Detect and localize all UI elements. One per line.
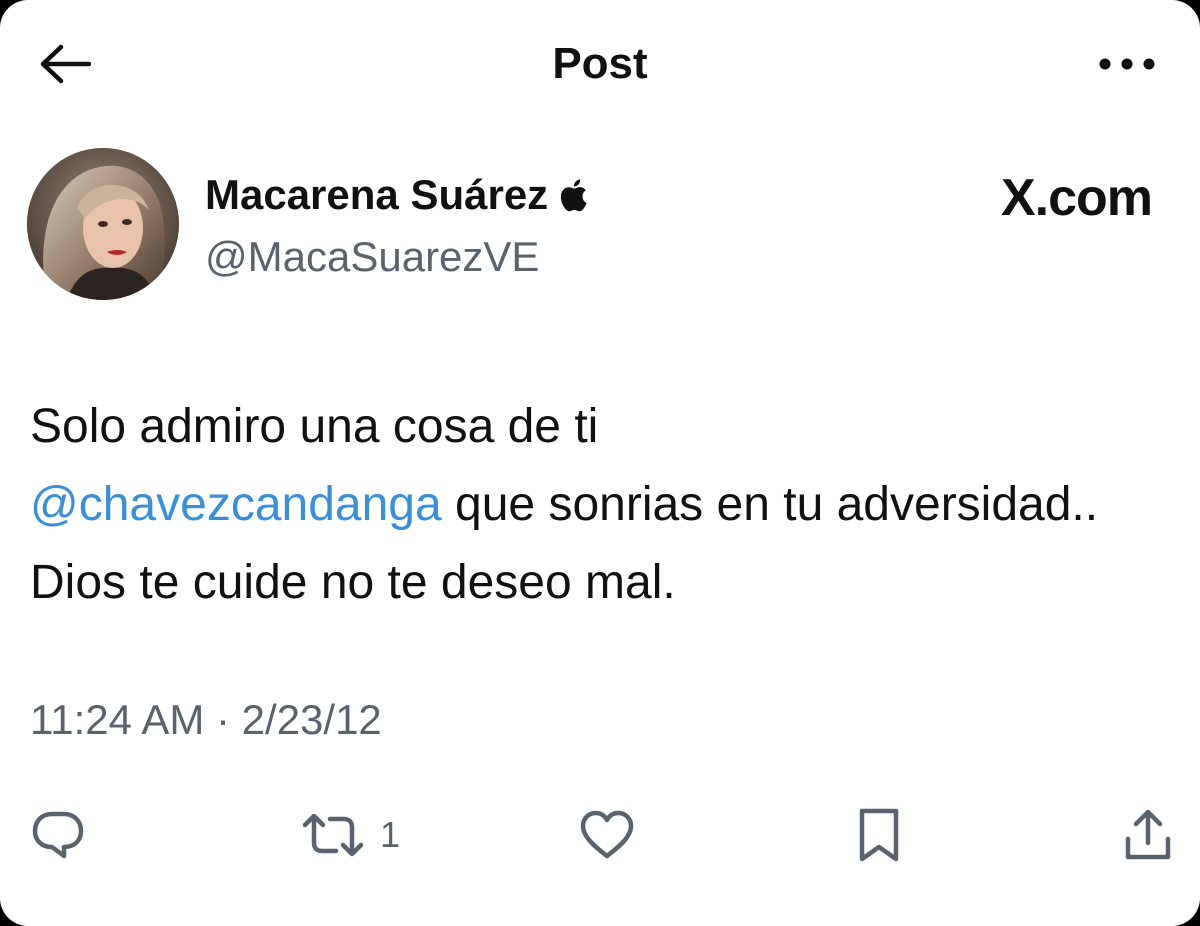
reply-button[interactable] (30, 800, 86, 870)
post-timestamp[interactable]: 11:24 AM · 2/23/12 (30, 692, 382, 748)
author-handle[interactable]: @MacaSuarezVE (205, 230, 539, 284)
repost-count: 1 (380, 814, 401, 855)
page-title: Post (552, 39, 648, 88)
post-text-before: Solo admiro una cosa de ti (30, 400, 599, 453)
repost-button[interactable]: 1 (300, 800, 400, 870)
brand-watermark: X.com (1000, 169, 1153, 227)
post-header: Post (0, 0, 1200, 120)
action-bar: 1 (0, 800, 1200, 870)
mention-link[interactable]: @chavezcandanga (30, 478, 442, 531)
post-card: Post Macarena Suárez @MacaSuarezVE X.com… (0, 0, 1200, 926)
author-name[interactable]: Macarena Suárez (205, 168, 588, 222)
more-options-button[interactable] (1092, 42, 1162, 86)
repost-icon (302, 813, 364, 857)
profile-photo (27, 148, 179, 300)
heart-icon (580, 810, 634, 859)
author-name-text: Macarena Suárez (205, 171, 549, 218)
reply-bubble-icon (32, 811, 84, 859)
more-horizontal-icon (1099, 58, 1155, 70)
share-icon (1125, 809, 1171, 860)
apple-logo-icon (561, 179, 587, 212)
post-text: Solo admiro una cosa de ti @chavezcandang… (30, 388, 1160, 622)
share-button[interactable] (1122, 800, 1174, 870)
bookmark-button[interactable] (856, 800, 902, 870)
bookmark-icon (859, 808, 899, 862)
like-button[interactable] (578, 800, 636, 870)
avatar[interactable] (27, 148, 179, 300)
